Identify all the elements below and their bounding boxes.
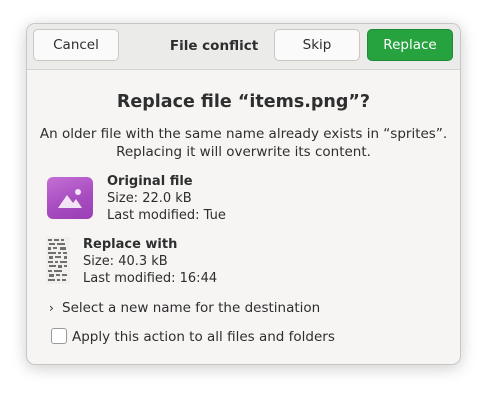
original-file-modified: Last modified: Tue bbox=[107, 208, 226, 223]
rename-expander-label: Select a new name for the destination bbox=[62, 300, 321, 316]
file-conflict-dialog: Cancel File conflict Skip Replace Replac… bbox=[26, 23, 461, 365]
replace-button[interactable]: Replace bbox=[367, 29, 453, 61]
original-file-size: Size: 22.0 kB bbox=[107, 191, 192, 206]
replacement-file-modified: Last modified: 16:44 bbox=[83, 271, 218, 286]
conflict-heading: Replace file “items.png”? bbox=[116, 92, 371, 112]
original-file-heading: Original file bbox=[107, 174, 193, 189]
dialog-title: File conflict bbox=[169, 38, 259, 54]
replacement-file-size: Size: 40.3 kB bbox=[83, 254, 168, 269]
description-line-2: Replacing it will overwrite its content. bbox=[116, 144, 371, 160]
cancel-button[interactable]: Cancel bbox=[33, 29, 119, 61]
replacement-file-info: Replace with Size: 40.3 kB Last modified… bbox=[83, 236, 217, 287]
apply-all-checkbox[interactable] bbox=[51, 328, 67, 344]
description-line-1: An older file with the same name already… bbox=[39, 126, 448, 142]
chevron-right-icon: › bbox=[49, 301, 54, 315]
replacement-thumbnail bbox=[46, 237, 70, 284]
replacement-file-heading: Replace with bbox=[83, 237, 178, 252]
apply-all-row[interactable]: Apply this action to all files and folde… bbox=[51, 328, 335, 345]
rename-expander[interactable]: › Select a new name for the destination bbox=[49, 300, 320, 316]
apply-all-label: Apply this action to all files and folde… bbox=[72, 329, 335, 345]
skip-button[interactable]: Skip bbox=[274, 29, 360, 61]
original-file-info: Original file Size: 22.0 kB Last modifie… bbox=[107, 173, 226, 224]
header-bar: Cancel File conflict Skip Replace bbox=[27, 24, 460, 70]
image-file-icon bbox=[47, 177, 93, 219]
